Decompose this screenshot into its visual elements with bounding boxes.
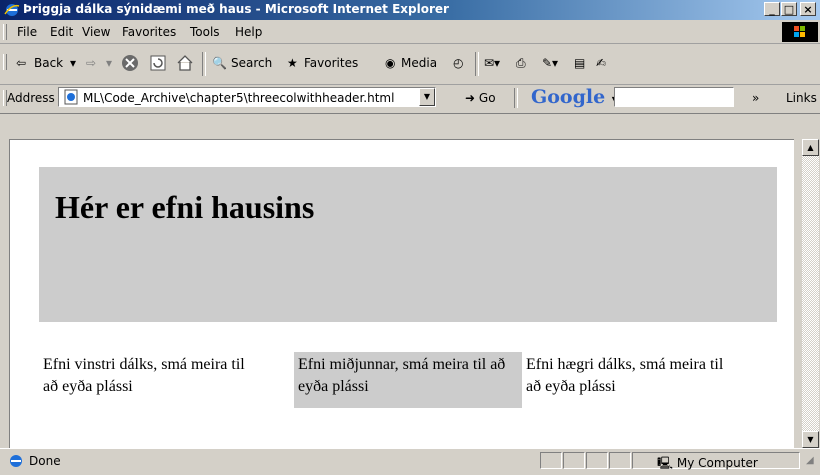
- status-pane: [563, 452, 585, 469]
- edit-icon[interactable]: ✎▾: [542, 56, 558, 70]
- google-search-input[interactable]: [614, 87, 734, 107]
- page-header: Hér er efni hausins: [39, 167, 777, 322]
- resize-grip-icon[interactable]: ◢: [806, 455, 814, 466]
- title-bar[interactable]: Þriggja dálka sýnidæmi með haus - Micros…: [0, 0, 820, 20]
- menu-help[interactable]: Help: [235, 25, 262, 39]
- zone-label: 🖳 My Computer: [657, 454, 758, 475]
- middle-column: Efni miðjunnar, smá meira til að eyða pl…: [294, 352, 522, 408]
- ie-logo-icon: [4, 4, 20, 16]
- page-content: Hér er efni hausins Efni vinstri dálks, …: [9, 139, 794, 449]
- windows-logo-icon: [782, 22, 818, 42]
- home-icon[interactable]: [176, 54, 194, 72]
- close-button[interactable]: ×: [800, 2, 816, 16]
- toolbar-separator: [475, 52, 479, 76]
- browser-window: Þriggja dálka sýnidæmi með haus - Micros…: [0, 0, 820, 472]
- google-logo: Google: [531, 86, 606, 108]
- go-label: Go: [478, 91, 496, 105]
- scroll-down-icon[interactable]: ▼: [802, 431, 819, 448]
- status-text: Done: [29, 454, 61, 468]
- search-button[interactable]: Search: [231, 56, 272, 70]
- mail-icon[interactable]: ✉▾: [484, 56, 500, 70]
- address-dropdown-icon[interactable]: ▼: [419, 88, 435, 106]
- back-button[interactable]: Back: [34, 56, 63, 70]
- vertical-scrollbar[interactable]: ▲ ▼: [802, 139, 819, 448]
- stop-icon[interactable]: [121, 54, 139, 72]
- page-done-icon: [10, 455, 22, 467]
- messenger-icon[interactable]: ✍: [596, 56, 606, 70]
- media-button[interactable]: Media: [401, 56, 437, 70]
- forward-dropdown-icon[interactable]: ▾: [106, 56, 112, 70]
- toolbar-separator: [202, 52, 206, 76]
- standard-toolbar: ⇦ Back ▾ ⇨ ▾ 🔍 Search ★ Favorites ◉ Medi…: [0, 44, 820, 85]
- discuss-icon[interactable]: ▤: [574, 56, 585, 70]
- zone-name: My Computer: [676, 456, 758, 470]
- right-column: Efni hægri dálks, smá meira til að eyða …: [526, 356, 724, 395]
- status-pane: [586, 452, 608, 469]
- minimize-button[interactable]: _: [764, 2, 780, 16]
- forward-button[interactable]: ⇨: [86, 56, 96, 70]
- status-bar: Done 🖳 My Computer ◢: [0, 448, 820, 472]
- media-icon: ◉: [385, 56, 396, 70]
- refresh-icon[interactable]: [149, 54, 167, 72]
- google-toolbar-logo[interactable]: Google ▾: [531, 86, 618, 108]
- scroll-up-icon[interactable]: ▲: [802, 139, 819, 156]
- toolbar-grip: [3, 54, 7, 70]
- go-button[interactable]: ➜ Go: [465, 91, 496, 105]
- status-pane: [609, 452, 631, 469]
- menu-view[interactable]: View: [82, 25, 110, 39]
- menu-grip: [3, 24, 7, 40]
- address-bar: Address ML\Code_Archive\chapter5\threeco…: [0, 85, 820, 114]
- menu-bar: File Edit View Favorites Tools Help: [0, 21, 820, 44]
- window-title: Þriggja dálka sýnidæmi með haus - Micros…: [23, 2, 449, 16]
- back-dropdown-icon[interactable]: ▾: [70, 56, 76, 70]
- status-pane: [540, 452, 562, 469]
- menu-file[interactable]: File: [17, 25, 37, 39]
- maximize-button[interactable]: □: [781, 2, 797, 16]
- page-header-title: Hér er efni hausins: [55, 189, 315, 225]
- address-input[interactable]: ML\Code_Archive\chapter5\threecolwithhea…: [58, 87, 436, 107]
- toolbar-separator: [514, 88, 518, 108]
- address-label: Address: [7, 91, 55, 105]
- address-value: ML\Code_Archive\chapter5\threecolwithhea…: [83, 91, 395, 105]
- favorites-button[interactable]: Favorites: [304, 56, 358, 70]
- computer-icon: 🖳: [657, 456, 674, 470]
- back-arrow-icon: ⇦: [16, 56, 27, 70]
- menu-edit[interactable]: Edit: [50, 25, 73, 39]
- page-icon: [64, 89, 78, 105]
- favorites-icon: ★: [287, 56, 298, 70]
- links-button[interactable]: Links: [786, 91, 817, 105]
- history-icon[interactable]: ◴: [453, 56, 463, 70]
- menu-tools[interactable]: Tools: [190, 25, 220, 39]
- left-column: Efni vinstri dálks, smá meira til að eyð…: [43, 356, 245, 395]
- go-arrow-icon: ➜: [465, 91, 476, 105]
- search-icon: 🔍: [212, 56, 227, 70]
- print-icon[interactable]: ⎙: [516, 56, 526, 71]
- menu-favorites[interactable]: Favorites: [122, 25, 176, 39]
- chevron-right-icon[interactable]: »: [752, 91, 759, 105]
